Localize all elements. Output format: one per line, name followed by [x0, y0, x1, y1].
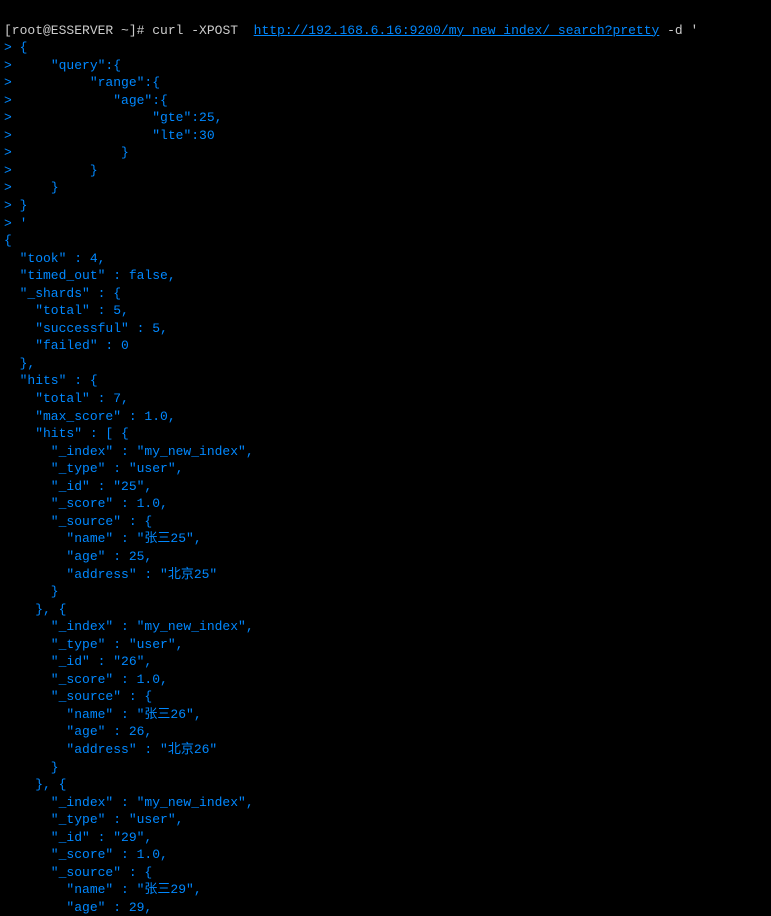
- response-timed-out: "timed_out" :: [4, 268, 129, 283]
- quote-open: ': [691, 23, 699, 38]
- hit-name: "name" : "张三25",: [4, 531, 202, 546]
- response-timed-out-value: false,: [129, 268, 176, 283]
- hit-source-close: }: [4, 760, 59, 775]
- prompt-line: [root@ESSERVER ~]# curl -XPOST http://19…: [4, 23, 698, 38]
- request-line: ': [12, 216, 28, 231]
- request-line: }: [12, 145, 129, 160]
- hit-age: "age" : 26,: [4, 724, 152, 739]
- continuation-prompt: >: [4, 93, 12, 108]
- hit-age: "age" : 25,: [4, 549, 152, 564]
- hit-type: "_type" : "user",: [4, 461, 183, 476]
- curl-flag: -d: [659, 23, 690, 38]
- hit-source-close: }: [4, 584, 59, 599]
- hit-source: "_source" : {: [4, 689, 152, 704]
- request-line: "range":{: [12, 75, 160, 90]
- hit-type: "_type" : "user",: [4, 812, 183, 827]
- response-took: "took" :: [4, 251, 90, 266]
- continuation-prompt: >: [4, 110, 12, 125]
- shell-prompt: [root@ESSERVER ~]#: [4, 23, 152, 38]
- continuation-prompt: >: [4, 198, 12, 213]
- request-line: }: [12, 163, 98, 178]
- hit-name: "name" : "张三29",: [4, 882, 202, 897]
- hit-id: "_id" : "26",: [4, 654, 152, 669]
- continuation-prompt: >: [4, 180, 12, 195]
- continuation-prompt: >: [4, 163, 12, 178]
- continuation-prompt: >: [4, 216, 12, 231]
- continuation-prompt: >: [4, 40, 12, 55]
- continuation-prompt: >: [4, 128, 12, 143]
- request-line: "lte":30: [12, 128, 215, 143]
- response-hits: "hits" : {: [4, 373, 98, 388]
- continuation-prompt: >: [4, 75, 12, 90]
- response-hits-array: "hits" : [ {: [4, 426, 129, 441]
- hit-close: }, {: [4, 777, 66, 792]
- continuation-prompt: >: [4, 145, 12, 160]
- response-shards-close: },: [4, 356, 35, 371]
- hit-id: "_id" : "29",: [4, 830, 152, 845]
- request-line: }: [12, 198, 28, 213]
- request-line: "gte":25,: [12, 110, 223, 125]
- hit-close: }, {: [4, 602, 66, 617]
- response-shards-failed: "failed" : 0: [4, 338, 129, 353]
- request-line: }: [12, 180, 59, 195]
- hit-source: "_source" : {: [4, 514, 152, 529]
- request-line: "query":{: [12, 58, 121, 73]
- hit-source: "_source" : {: [4, 865, 152, 880]
- response-shards-successful: "successful" : 5,: [4, 321, 168, 336]
- response-took-value: 4,: [90, 251, 106, 266]
- hit-index: "_index" : "my_new_index",: [4, 795, 254, 810]
- hit-name: "name" : "张三26",: [4, 707, 202, 722]
- curl-command: curl -XPOST: [152, 23, 253, 38]
- hit-age: "age" : 29,: [4, 900, 152, 915]
- request-url: http://192.168.6.16:9200/my_new_index/_s…: [254, 23, 660, 38]
- hit-type: "_type" : "user",: [4, 637, 183, 652]
- response-shards: "_shards" : {: [4, 286, 121, 301]
- response-shards-total: "total" : 5,: [4, 303, 129, 318]
- response-hits-max-score: "max_score" : 1.0,: [4, 409, 176, 424]
- continuation-prompt: >: [4, 58, 12, 73]
- hit-address: "address" : "北京26": [4, 742, 217, 757]
- hit-address: "address" : "北京25": [4, 567, 217, 582]
- hit-index: "_index" : "my_new_index",: [4, 444, 254, 459]
- request-line: {: [12, 40, 28, 55]
- hit-index: "_index" : "my_new_index",: [4, 619, 254, 634]
- terminal-output: [root@ESSERVER ~]# curl -XPOST http://19…: [4, 4, 767, 916]
- hit-id: "_id" : "25",: [4, 479, 152, 494]
- hit-score: "_score" : 1.0,: [4, 672, 168, 687]
- response-hits-total: "total" : 7,: [4, 391, 129, 406]
- hit-score: "_score" : 1.0,: [4, 496, 168, 511]
- hit-score: "_score" : 1.0,: [4, 847, 168, 862]
- request-line: "age":{: [12, 93, 168, 108]
- response-line: {: [4, 233, 12, 248]
